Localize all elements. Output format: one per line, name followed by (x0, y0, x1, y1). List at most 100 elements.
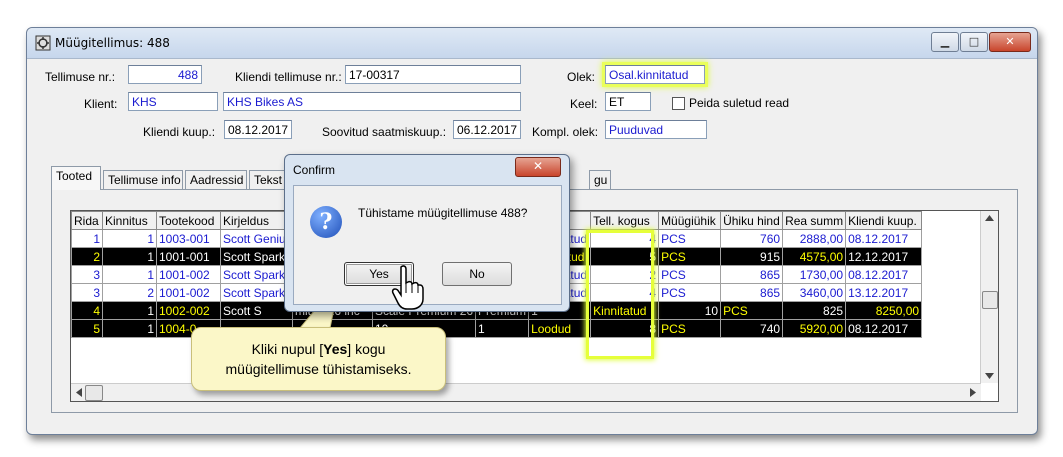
desired-ship-date-label: Soovitud saatmiskuup.: (322, 125, 447, 139)
cell: 5 (590, 247, 660, 266)
cell: 865 (720, 265, 784, 284)
cell: 3 (71, 283, 103, 302)
col-header[interactable]: Tell. kogus (590, 211, 660, 230)
customer-label: Klient: (84, 97, 118, 111)
instruction-callout: Kliki nupul [Yes] kogu müügitellimuse tü… (191, 327, 446, 391)
customer-order-number-field[interactable]: 17-00317 (345, 65, 521, 84)
cell: Scott Spark (220, 283, 293, 302)
scroll-right-icon[interactable] (970, 388, 976, 397)
cell: 4575,00 (782, 247, 847, 266)
status-field[interactable]: Osal.kinnitatud (605, 65, 705, 84)
cell: 1 (102, 229, 157, 248)
cell: PCS (720, 301, 784, 320)
minimize-button[interactable]: ▁ (931, 32, 959, 52)
customer-date-field[interactable]: 08.12.2017 (224, 120, 292, 139)
cell: 08.12.2017 (845, 265, 923, 284)
customer-order-number-label: Kliendi tellimuse nr.: (235, 70, 342, 84)
cell: 5920,00 (782, 319, 847, 338)
cell: 1003-001 (156, 229, 221, 248)
cell: 4 (590, 283, 660, 302)
dialog-close-button[interactable]: ✕ (515, 157, 561, 177)
col-header[interactable]: Müügiühik (658, 211, 722, 230)
dialog-body: ? Tühistame müügitellimuse 488? Yes No (293, 185, 562, 305)
confirm-dialog: Confirm ✕ ? Tühistame müügitellimuse 488… (284, 154, 570, 312)
cell: 12.12.2017 (845, 247, 923, 266)
close-button[interactable]: ✕ (989, 32, 1031, 52)
cell: 1001-001 (156, 247, 221, 266)
tab-aadressid[interactable]: Aadressid (185, 170, 247, 189)
cell: 10 (658, 301, 722, 320)
order-number-label: Tellimuse nr.: (45, 70, 116, 84)
hide-closed-rows-checkbox[interactable] (672, 97, 685, 110)
cell: PCS (658, 265, 722, 284)
cell: 8250,00 (845, 301, 923, 320)
cell: Scott Geniu (220, 229, 293, 248)
scroll-up-icon[interactable] (985, 215, 994, 221)
cell: 1 (102, 247, 157, 266)
cell: Scott Spark (220, 265, 293, 284)
scroll-down-icon[interactable] (985, 373, 994, 379)
vertical-scroll-thumb[interactable] (982, 291, 998, 309)
customer-name-field[interactable]: KHS Bikes AS (223, 92, 521, 111)
desired-ship-date-field[interactable]: 06.12.2017 (453, 120, 521, 139)
col-header[interactable]: Kirjeldus (220, 211, 293, 230)
col-header[interactable]: Tootekood (156, 211, 221, 230)
cell: 8 (590, 319, 660, 338)
horizontal-scroll-thumb[interactable] (85, 385, 103, 401)
cell: 4 (590, 229, 660, 248)
cell: Scott S (220, 301, 293, 320)
title-bar[interactable]: Müügitellimus: 488 ▁ □ ✕ (27, 28, 1037, 59)
cell: 13.12.2017 (845, 283, 923, 302)
cell: 865 (720, 283, 784, 302)
tab-more[interactable]: gu (589, 170, 611, 189)
col-header[interactable]: Ühiku hind (720, 211, 784, 230)
cell: 1730,00 (782, 265, 847, 284)
completion-status-field[interactable]: Puuduvad (605, 120, 707, 139)
hide-closed-rows-label: Peida suletud read (689, 96, 790, 110)
callout-line-2: müügitellimuse tühistamiseks. (225, 361, 412, 377)
hand-cursor-icon (391, 265, 424, 310)
cell: 740 (720, 319, 784, 338)
status-label: Olek: (567, 70, 596, 84)
cell: 1002-002 (156, 301, 221, 320)
tab-tekst[interactable]: Tekst (249, 170, 289, 189)
cell: PCS (658, 229, 722, 248)
cell: 1 (475, 319, 530, 338)
col-header[interactable]: Kinnitus (102, 211, 157, 230)
completion-status-label: Kompl. olek: (532, 125, 599, 139)
language-label: Keel: (570, 97, 598, 111)
cell: 1 (102, 301, 157, 320)
cell: 1001-002 (156, 265, 221, 284)
cell: 3460,00 (782, 283, 847, 302)
tab-tooted[interactable]: Tooted (51, 166, 101, 190)
cell: 760 (720, 229, 784, 248)
callout-text-post: ] kogu (347, 341, 386, 357)
col-header[interactable]: Kliendi kuup. (845, 211, 923, 230)
cell: 1 (102, 319, 157, 338)
dialog-title: Confirm (293, 163, 336, 177)
customer-code-field[interactable]: KHS (128, 92, 218, 111)
customer-date-label: Kliendi kuup.: (143, 125, 216, 139)
cell: 1001-002 (156, 283, 221, 302)
cell: 3 (71, 265, 103, 284)
col-header[interactable]: Rida (71, 211, 103, 230)
maximize-button[interactable]: □ (960, 32, 988, 52)
vertical-scrollbar[interactable] (980, 211, 998, 383)
cell: 2 (71, 247, 103, 266)
no-button[interactable]: No (442, 262, 512, 286)
cell: 825 (782, 301, 847, 320)
scroll-left-icon[interactable] (76, 388, 82, 397)
cell: PCS (658, 247, 722, 266)
col-header[interactable]: Rea summ (782, 211, 847, 230)
language-field[interactable]: ET (605, 92, 651, 111)
callout-text-bold: Yes (323, 341, 348, 357)
callout-line-1: Kliki nupul [Yes] kogu (192, 339, 445, 359)
order-number-field[interactable]: 488 (128, 65, 202, 84)
cell: 4 (71, 301, 103, 320)
tab-tellimuse-info[interactable]: Tellimuse info (103, 170, 183, 189)
cell: Loodud (528, 319, 592, 338)
cell: 08.12.2017 (845, 229, 923, 248)
cell: PCS (658, 283, 722, 302)
cell: 5 (71, 319, 103, 338)
cell: 2 (590, 265, 660, 284)
